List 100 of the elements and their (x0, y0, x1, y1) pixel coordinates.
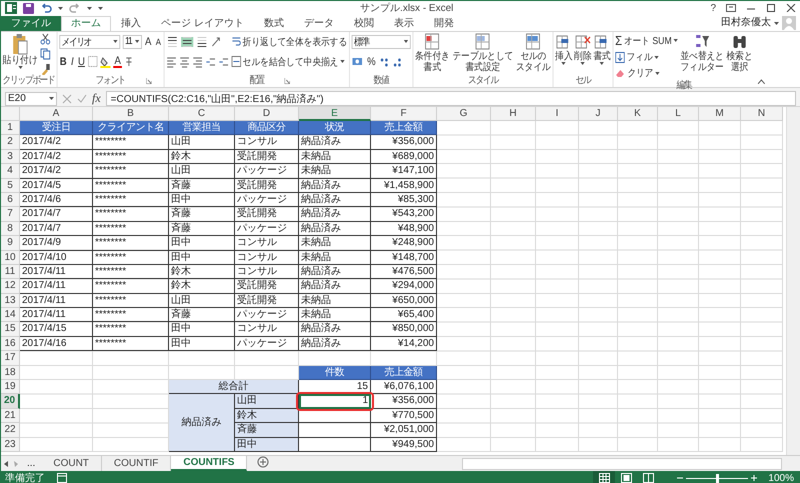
column-heading[interactable]: H (491, 107, 536, 121)
horizontal-scrollbar[interactable] (462, 458, 782, 470)
vertical-align-button[interactable] (196, 36, 208, 46)
font-size-field[interactable]: 11 (122, 34, 142, 48)
grow-font-button[interactable]: A (144, 36, 152, 48)
zoom-level[interactable]: 100% (760, 472, 794, 483)
row-number[interactable]: 17 (1, 351, 20, 366)
ribbon-tab[interactable]: 表示 (384, 16, 424, 31)
ribbon-tab[interactable]: ファイル (1, 16, 61, 31)
formula-field[interactable]: =COUNTIFS(C2:C16,"山田",E2:E16,"納品済み") (106, 91, 796, 106)
row-number[interactable]: 8 (1, 222, 20, 236)
bold-button[interactable]: B (58, 56, 68, 68)
zoom-out-icon[interactable] (677, 475, 684, 481)
sort-filter-button[interactable]: 並べ替えと フィルター (680, 33, 724, 73)
name-box[interactable]: E20 (5, 92, 57, 106)
paintbrush-icon[interactable] (40, 63, 51, 75)
ribbon-tab[interactable]: ページ レイアウト (151, 16, 254, 31)
scissors-icon[interactable] (40, 33, 51, 45)
row-number[interactable]: 14 (1, 308, 20, 322)
close-icon[interactable] (786, 4, 796, 12)
more-sheets[interactable]: ... (21, 458, 42, 469)
row-number[interactable]: 15 (1, 322, 20, 337)
row-number[interactable]: 7 (1, 207, 20, 222)
insert-function-button[interactable]: fx (92, 91, 101, 106)
column-heading[interactable]: D (235, 107, 299, 121)
column-heading[interactable]: A (20, 107, 93, 121)
ribbon-tab[interactable]: データ (294, 16, 344, 31)
column-heading[interactable]: E (299, 107, 371, 121)
cells-button[interactable]: 削除 (574, 33, 592, 65)
wrap-icon[interactable] (231, 36, 241, 47)
add-sheet-icon[interactable] (257, 456, 270, 468)
row-number[interactable]: 23 (1, 438, 20, 452)
merge-center-button[interactable]: セルを結合して中央揃え (231, 54, 345, 68)
undo-icon[interactable] (40, 3, 52, 13)
dialog-launcher-icon[interactable] (284, 78, 290, 84)
help-button[interactable]: ? (710, 2, 716, 14)
find-select-button[interactable]: 検索と 選択 (726, 33, 753, 73)
row-number[interactable]: 12 (1, 279, 20, 294)
vertical-scrollbar[interactable] (786, 107, 800, 455)
italic-button[interactable]: I (70, 56, 75, 68)
normal-view-icon[interactable] (593, 471, 616, 483)
fill-button[interactable]: フィル (615, 50, 678, 64)
text-orientation-icon[interactable] (210, 36, 221, 48)
conditional-format-icon[interactable] (424, 33, 442, 51)
column-heading[interactable]: F (371, 107, 437, 121)
align-center-icon[interactable] (179, 56, 190, 68)
style-button[interactable]: セルの スタイル (516, 33, 551, 73)
vertical-align-button[interactable] (180, 36, 194, 46)
currency-icon[interactable] (352, 56, 364, 68)
column-heading[interactable]: J (579, 107, 618, 121)
cell-style-icon[interactable] (524, 33, 542, 51)
indent-icon[interactable] (205, 56, 216, 68)
cells-button[interactable]: 挿入 (555, 33, 572, 65)
row-number[interactable]: 16 (1, 336, 20, 352)
eraser-icon[interactable] (615, 68, 626, 78)
font-name-field[interactable]: メイリオ (58, 34, 120, 48)
ribbon-tab[interactable]: 校閲 (344, 16, 384, 31)
percent-button[interactable]: % (366, 56, 377, 68)
row-number[interactable]: 5 (1, 178, 20, 193)
user-name[interactable]: 田村奈優太 (721, 17, 771, 29)
binoculars-icon[interactable] (732, 33, 748, 51)
column-heading[interactable]: I (536, 107, 579, 121)
align-right-icon[interactable] (192, 56, 203, 68)
zoom-slider-thumb[interactable] (716, 474, 720, 482)
increase-decimal-icon[interactable] (379, 56, 390, 68)
zoom-in-icon[interactable] (751, 475, 758, 481)
ribbon-tab[interactable]: 開発 (424, 16, 464, 31)
ribbon-tab[interactable]: 数式 (254, 16, 294, 31)
sheet-tab[interactable]: COUNTIFS (171, 456, 248, 471)
row-number[interactable]: 4 (1, 164, 20, 179)
ribbon-tab[interactable]: ホーム (61, 16, 111, 31)
wrap-text-button[interactable]: 折り返して全体を表示する (231, 34, 348, 48)
row-number[interactable]: 9 (1, 236, 20, 251)
outdent-icon[interactable] (218, 56, 229, 68)
merge-icon[interactable] (231, 56, 241, 67)
align-left-icon[interactable] (166, 56, 177, 68)
row-number[interactable]: 1 (1, 121, 20, 136)
column-heading[interactable]: C (169, 107, 235, 121)
excel-logo-icon[interactable] (5, 2, 17, 14)
number-format-field[interactable]: 標準 (352, 34, 411, 48)
ribbon-tab[interactable]: 挿入 (111, 16, 151, 31)
row-number[interactable]: 3 (1, 150, 20, 164)
row-number[interactable]: 22 (1, 423, 20, 438)
maximize-icon[interactable] (766, 4, 776, 12)
cells-button[interactable]: 書式 (593, 33, 611, 65)
decrease-decimal-icon[interactable] (392, 56, 403, 68)
macro-record-icon[interactable] (57, 473, 67, 483)
dialog-launcher-icon[interactable] (146, 78, 152, 84)
vertical-align-button[interactable] (166, 36, 178, 46)
row-number[interactable]: 18 (1, 366, 20, 380)
row-number[interactable]: 10 (1, 250, 20, 265)
column-heading[interactable]: G (437, 107, 491, 121)
style-button[interactable]: 条件付き 書式 (415, 33, 450, 73)
column-heading[interactable]: K (618, 107, 658, 121)
row-number[interactable]: 13 (1, 294, 20, 308)
shrink-font-button[interactable]: A (154, 36, 162, 46)
column-heading[interactable]: N (741, 107, 783, 121)
save-icon[interactable] (23, 2, 34, 14)
autosum-button[interactable]: Σ オート SUM (615, 33, 678, 48)
underline-button[interactable]: U (77, 56, 86, 68)
